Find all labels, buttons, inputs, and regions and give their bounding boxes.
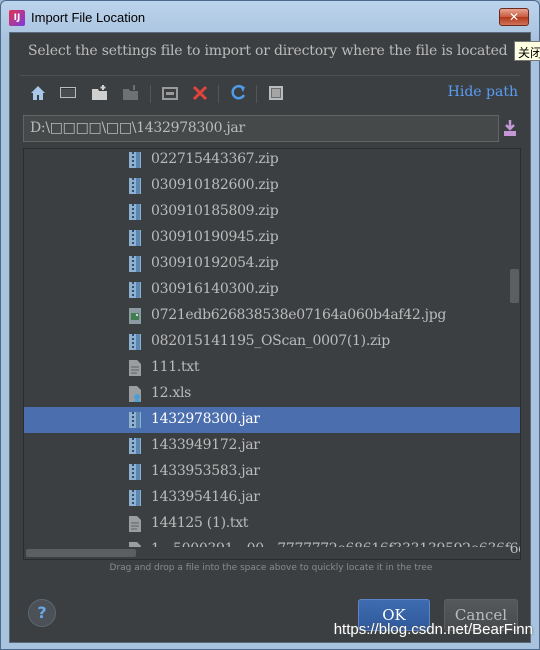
file-name: 12.xls [151,385,192,401]
home-icon[interactable] [28,83,48,103]
file-name: 030910182600.zip [151,177,279,193]
file-tree-row[interactable]: 030910185809.zip [24,199,520,225]
new-folder-disabled-icon [121,83,141,103]
show-hidden-icon[interactable] [266,83,286,103]
collapse-icon[interactable] [160,83,180,103]
close-tooltip: 关闭 [514,41,540,61]
file-name: 022715443367.zip [151,151,279,167]
horizontal-scrollbar[interactable] [24,547,510,559]
title-bar[interactable]: IJ Import File Location ✕ [1,1,539,33]
archive-icon [128,411,142,429]
file-tree-row[interactable]: 1433949172.jar [24,433,520,459]
file-tree-row[interactable]: 0721edb626838538e07164a060b4af42.jpg [24,303,520,329]
dialog-content: Select the settings file to import or di… [9,32,531,643]
file-tree-row[interactable]: 030910182600.zip [24,173,520,199]
vertical-scrollbar[interactable] [508,149,520,559]
desktop-icon[interactable] [58,83,78,103]
file-tree-row[interactable]: 030910190945.zip [24,225,520,251]
file-name: 030910185809.zip [151,203,279,219]
file-name: 1433949172.jar [151,437,260,453]
toolbar-separator [218,85,219,103]
archive-icon [128,255,142,273]
file-tree-row[interactable]: 12.xls [24,381,520,407]
refresh-icon[interactable] [228,83,248,103]
file-name: 1432978300.jar [151,411,260,427]
toolbar-separator [256,85,257,103]
file-tree-row[interactable]: 022715443367.zip [24,149,520,173]
file-name: 082015141195_OScan_0007(1).zip [151,333,390,349]
file-tree-row[interactable]: 030916140300.zip [24,277,520,303]
file-chooser-toolbar: Hide path [28,81,518,105]
delete-icon[interactable] [190,83,210,103]
file-name: 030910192054.zip [151,255,279,271]
instruction-text: Select the settings file to import or di… [28,43,508,59]
intellij-app-icon: IJ [9,10,25,26]
file-tree-row[interactable]: 1433954146.jar [24,485,520,511]
archive-icon [128,229,142,247]
vertical-scroll-thumb[interactable] [510,269,519,303]
file-name: 030916140300.zip [151,281,279,297]
file-tree[interactable]: 022715443367.zip 030910182600.zip 03091018… [23,148,521,560]
drag-drop-hint: Drag and drop a file into the space abov… [109,563,433,573]
path-history-icon[interactable] [500,117,520,139]
toolbar-separator [150,85,151,103]
image-file-icon [128,307,142,325]
archive-icon [128,437,142,455]
close-button[interactable]: ✕ [499,8,529,26]
text-file-icon [128,515,142,533]
archive-icon [128,203,142,221]
archive-icon [128,463,142,481]
archive-icon [128,333,142,351]
file-name: 030910190945.zip [151,229,279,245]
spreadsheet-file-icon [128,385,142,403]
help-button[interactable]: ? [28,599,56,627]
path-input[interactable]: D:\□□□□\□□\1432978300.jar [23,115,499,142]
dialog-window: IJ Import File Location ✕ Select the set… [0,0,540,650]
archive-icon [128,151,142,169]
file-name: 1433953583.jar [151,463,260,479]
file-tree-row[interactable]: 1433953583.jar [24,459,520,485]
header-divider [20,75,520,76]
file-name: 144125 (1).txt [151,515,249,531]
file-tree-row[interactable]: 1432978300.jar [24,407,520,433]
file-tree-row[interactable]: 111.txt [24,355,520,381]
file-tree-row[interactable]: 144125 (1).txt [24,511,520,537]
archive-icon [128,177,142,195]
file-tree-row[interactable]: 030910192054.zip [24,251,520,277]
file-tree-row[interactable]: 082015141195_OScan_0007(1).zip [24,329,520,355]
hide-path-link[interactable]: Hide path [448,84,518,100]
archive-icon [128,489,142,507]
file-name: 1433954146.jar [151,489,260,505]
new-folder-icon[interactable] [90,83,110,103]
file-name: 0721edb626838538e07164a060b4af42.jpg [151,307,447,323]
archive-icon [128,281,142,299]
file-name: 111.txt [151,359,200,375]
watermark-text: https://blog.csdn.net/BearFinn [333,621,533,638]
horizontal-scroll-thumb[interactable] [26,549,136,557]
text-file-icon [128,359,142,377]
window-title: Import File Location [31,10,146,25]
